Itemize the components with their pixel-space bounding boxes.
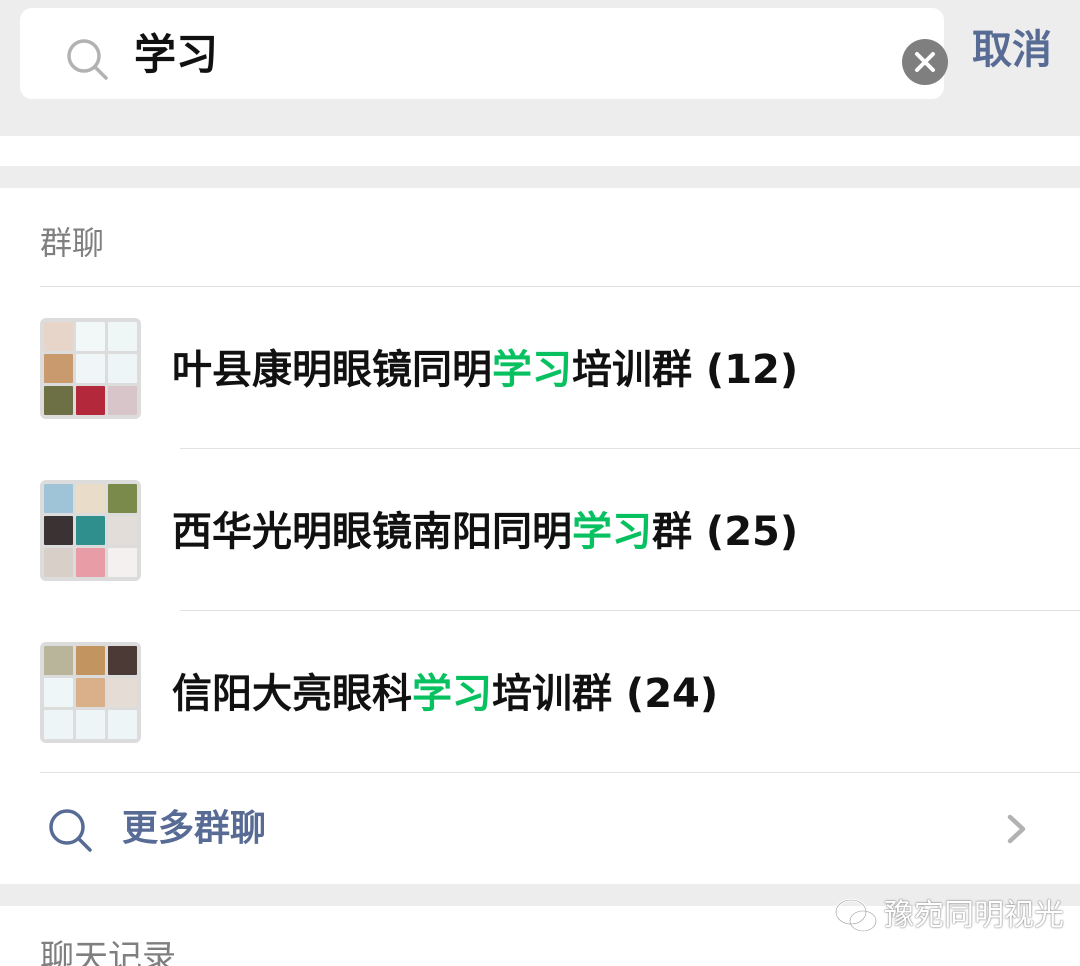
group-result-item[interactable]: 信阳大亮眼科学习培训群 (24): [0, 612, 1080, 772]
group-name: 信阳大亮眼科学习培训群 (24): [172, 671, 719, 717]
watermark: 豫宛同明视光: [832, 892, 1064, 942]
more-group-chats-label: 更多群聊: [122, 808, 267, 849]
wechat-logo-icon: [834, 898, 878, 933]
group-chat-section: 群聊 叶县康明眼镜同明学习培训群 (12) 西华光明眼镜南阳同明学习群 (25)…: [0, 188, 1080, 884]
search-header: 学习 取消: [0, 0, 1080, 136]
divider: [180, 448, 1080, 449]
chevron-right-icon: [1007, 814, 1026, 844]
search-icon: [49, 809, 92, 852]
spacer: [0, 136, 1080, 166]
divider: [40, 286, 1080, 287]
group-name: 西华光明眼镜南阳同明学习群 (25): [172, 509, 799, 555]
cancel-button[interactable]: 取消: [972, 24, 1052, 76]
watermark-text: 豫宛同明视光: [884, 898, 1064, 933]
group-name: 叶县康明眼镜同明学习培训群 (12): [172, 347, 799, 393]
search-icon: [67, 39, 108, 80]
more-group-chats-link[interactable]: 更多群聊: [0, 772, 1080, 884]
group-avatar: [40, 318, 141, 419]
section-title: 聊天记录: [40, 938, 176, 966]
group-result-item[interactable]: 西华光明眼镜南阳同明学习群 (25): [0, 450, 1080, 610]
highlighted-term: 学习: [492, 347, 572, 393]
highlighted-term: 学习: [572, 509, 652, 555]
group-avatar: [40, 480, 141, 581]
highlighted-term: 学习: [412, 671, 492, 717]
divider: [180, 610, 1080, 611]
clear-icon: [915, 52, 935, 72]
group-avatar: [40, 642, 141, 743]
section-title: 群聊: [40, 224, 105, 262]
search-query-text[interactable]: 学习: [134, 30, 218, 80]
clear-search-button[interactable]: [902, 39, 948, 85]
search-input[interactable]: 学习: [20, 8, 948, 99]
group-result-item[interactable]: 叶县康明眼镜同明学习培训群 (12): [0, 288, 1080, 448]
